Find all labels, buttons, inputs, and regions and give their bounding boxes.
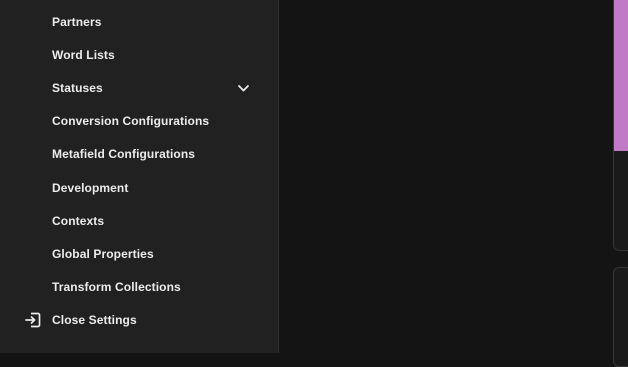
sidebar-item-label: Statuses bbox=[52, 80, 103, 95]
settings-sidebar: Partners Word Lists Statuses Conversion … bbox=[0, 0, 279, 353]
sidebar-item-label: Partners bbox=[52, 14, 102, 29]
sidebar-item-conversion-configurations[interactable]: Conversion Configurations bbox=[0, 104, 279, 137]
sidebar-item-label: Development bbox=[52, 180, 129, 195]
sidebar-item-label: Metafield Configurations bbox=[52, 146, 196, 161]
main-content bbox=[280, 0, 628, 353]
close-settings-label: Close Settings bbox=[52, 312, 137, 327]
sidebar-item-label: Global Properties bbox=[52, 246, 154, 261]
right-panel-top bbox=[613, 0, 628, 251]
sidebar-item-development[interactable]: Development bbox=[0, 171, 279, 204]
sidebar-item-statuses[interactable]: Statuses bbox=[0, 71, 279, 104]
sidebar-item-label: Contexts bbox=[52, 213, 105, 228]
close-settings-button[interactable]: Close Settings bbox=[0, 303, 279, 336]
sidebar-item-transform-collections[interactable]: Transform Collections bbox=[0, 270, 279, 303]
exit-icon bbox=[25, 312, 41, 328]
sidebar-item-metafield-configurations[interactable]: Metafield Configurations bbox=[0, 137, 279, 170]
sidebar-item-global-properties[interactable]: Global Properties bbox=[0, 237, 279, 270]
sidebar-item-partners[interactable]: Partners bbox=[0, 5, 279, 38]
sidebar-item-word-lists[interactable]: Word Lists bbox=[0, 38, 279, 71]
chevron-down-icon[interactable] bbox=[236, 81, 251, 96]
accent-bar bbox=[614, 0, 628, 151]
sidebar-item-label: Transform Collections bbox=[52, 279, 181, 294]
sidebar-item-label: Conversion Configurations bbox=[52, 113, 210, 128]
right-panel-bottom bbox=[613, 267, 628, 367]
sidebar-item-contexts[interactable]: Contexts bbox=[0, 204, 279, 237]
sidebar-item-label: Word Lists bbox=[52, 47, 115, 62]
